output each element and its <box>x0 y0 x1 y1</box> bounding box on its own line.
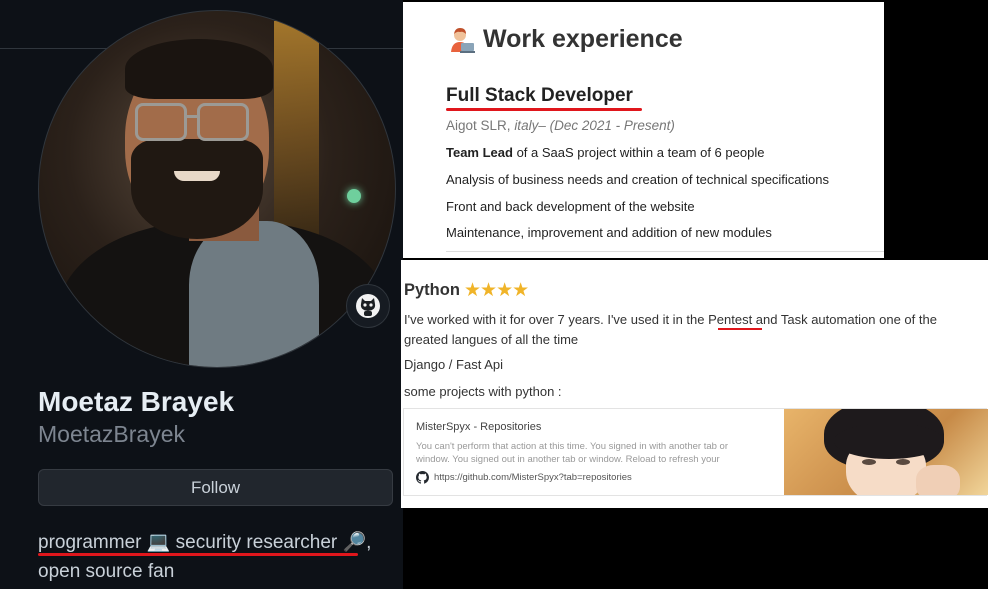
avatar-glasses-left <box>135 103 187 141</box>
link-preview-description: You can't perform that action at this ti… <box>416 441 728 465</box>
star-rating-icon: ★★★★ <box>464 280 529 301</box>
duty-team-lead-rest: of a SaaS project within a team of 6 peo… <box>512 145 765 160</box>
skill-title: Python <box>404 281 460 299</box>
avatar-hair <box>125 39 273 99</box>
job-location-dates: italy– (Dec 2021 - Present) <box>514 118 675 133</box>
link-preview-card[interactable]: MisterSpyx - Repositories You can't perf… <box>403 408 988 496</box>
developer-emoji-icon <box>451 28 475 53</box>
thumb-eye-left <box>862 459 876 465</box>
octocat-icon <box>356 294 380 318</box>
avatar-background-light <box>274 21 319 241</box>
duty-team-lead-bold: Team Lead <box>446 145 513 160</box>
avatar[interactable] <box>38 10 396 368</box>
duty-team-lead: Team Lead of a SaaS project within a tea… <box>446 145 764 160</box>
python-skill-card: Python ★★★★ I've worked with it for over… <box>401 260 988 508</box>
avatar-mouth <box>174 171 220 181</box>
link-preview-url[interactable]: https://github.com/MisterSpyx?tab=reposi… <box>434 472 632 483</box>
link-preview-thumbnail[interactable] <box>784 409 988 495</box>
company-name: Aigot SLR, <box>446 118 511 133</box>
section-divider <box>446 251 884 252</box>
thumb-fringe <box>834 423 944 459</box>
section-title: Work experience <box>483 25 683 53</box>
avatar-beard <box>131 139 263 239</box>
avatar-glasses-bridge <box>184 115 197 118</box>
job-meta: Aigot SLR, italy– (Dec 2021 - Present) <box>446 118 675 133</box>
display-name: Moetaz Brayek <box>38 386 235 417</box>
skill-description: I've worked with it for over 7 years. I'… <box>404 312 937 347</box>
avatar-bokeh <box>347 189 361 203</box>
work-experience-card: Work experience Full Stack Developer Aig… <box>403 2 884 258</box>
link-preview-title[interactable]: MisterSpyx - Repositories <box>416 421 541 433</box>
duty-item: Front and back development of the websit… <box>446 199 695 214</box>
follow-button[interactable]: Follow <box>38 469 393 506</box>
profile-bio: programmer 💻 security researcher 🔎, open… <box>38 528 388 586</box>
bio-highlight-underline <box>38 553 358 556</box>
projects-label: some projects with python : <box>404 384 562 399</box>
bio-line-2: open source fan <box>38 561 175 582</box>
github-profile-panel: Moetaz Brayek MoetazBrayek Follow progra… <box>0 0 403 589</box>
duty-item: Maintenance, improvement and addition of… <box>446 225 772 240</box>
thumb-eye-right <box>896 459 910 465</box>
link-preview-url-row[interactable]: https://github.com/MisterSpyx?tab=reposi… <box>416 471 632 484</box>
github-icon <box>416 471 429 484</box>
username: MoetazBrayek <box>38 421 186 447</box>
duty-item: Analysis of business needs and creation … <box>446 172 829 187</box>
pentest-underline <box>718 328 762 330</box>
avatar-glasses-right <box>197 103 249 141</box>
skill-frameworks: Django / Fast Api <box>404 357 503 372</box>
job-title-underline <box>446 108 642 111</box>
thumb-hand <box>916 465 960 495</box>
job-title: Full Stack Developer <box>446 85 633 106</box>
avatar-sweater <box>189 221 319 367</box>
status-badge[interactable] <box>346 284 390 328</box>
